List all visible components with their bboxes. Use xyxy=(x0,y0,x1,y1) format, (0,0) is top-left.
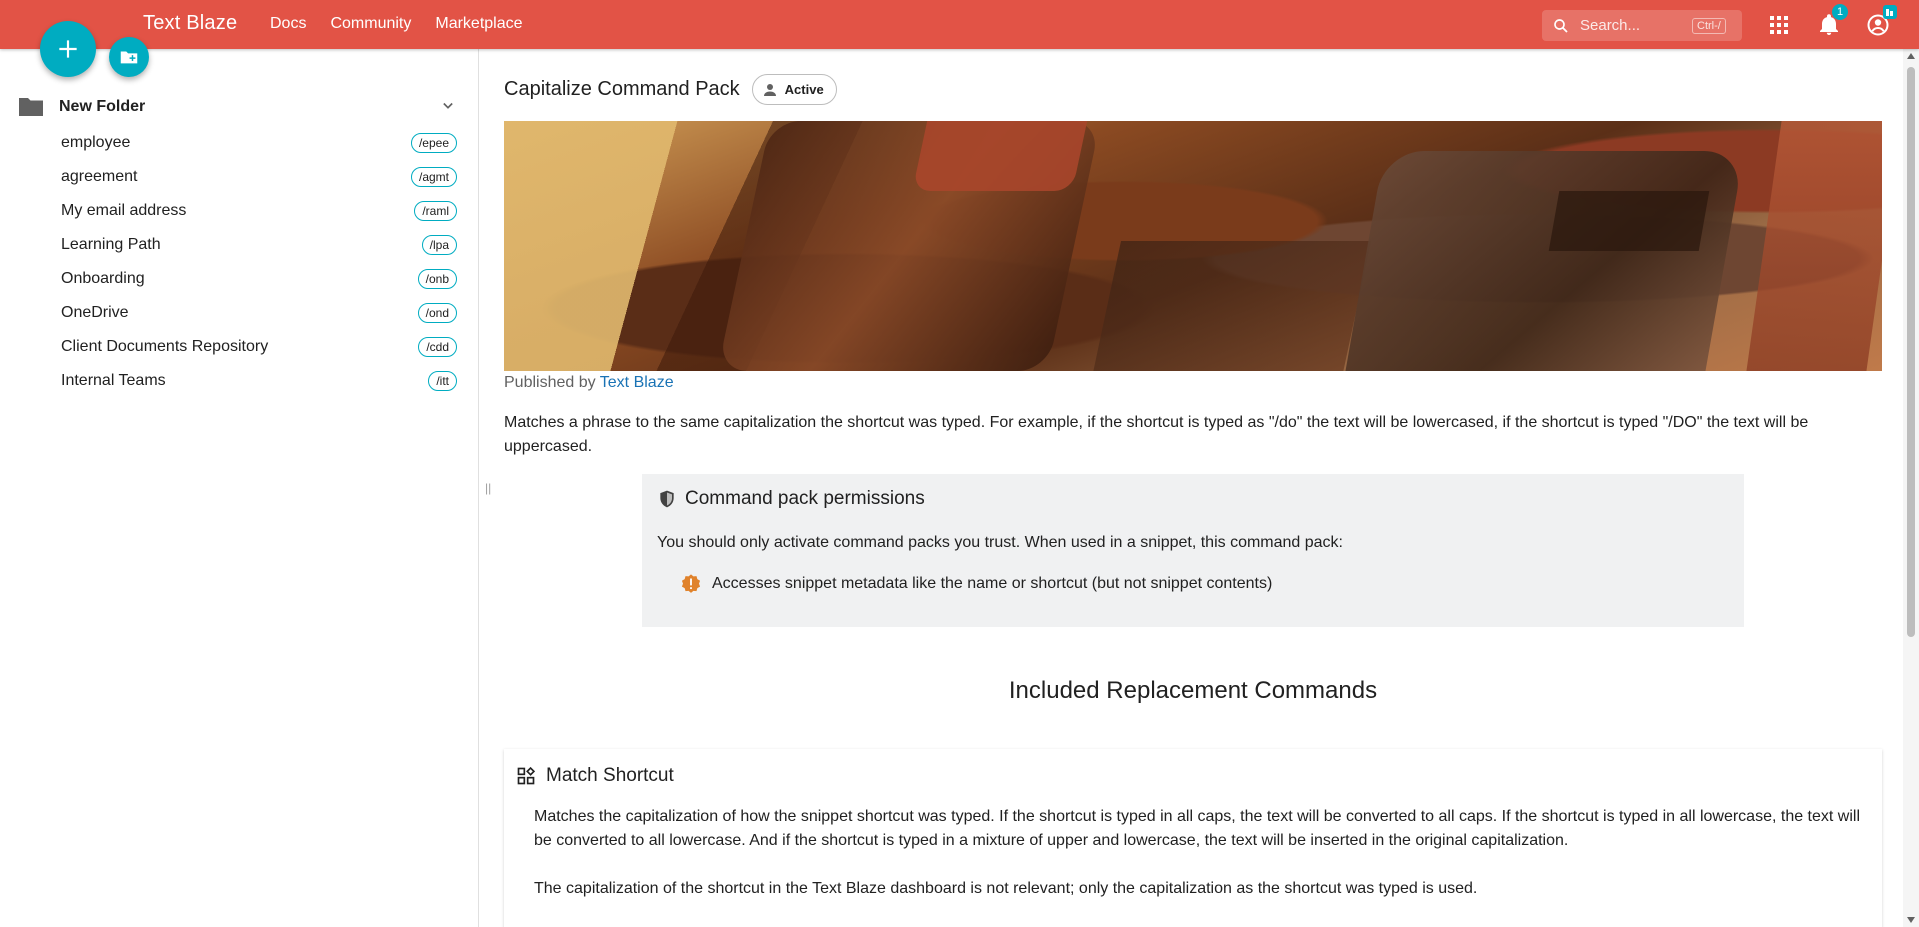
snippet-item[interactable]: agreement /agmt xyxy=(61,165,457,189)
sidebar: New Folder employee /epee agreement /agm… xyxy=(0,49,479,927)
snippet-item[interactable]: OneDrive /ond xyxy=(61,301,457,325)
status-chip[interactable]: Active xyxy=(751,74,837,105)
snippet-name: Client Documents Repository xyxy=(61,338,269,355)
snippet-shortcut: /onb xyxy=(417,269,457,289)
snippet-item[interactable]: My email address /raml xyxy=(61,199,457,223)
command-card: Match Shortcut Matches the capitalizatio… xyxy=(504,749,1882,927)
permissions-title: Command pack permissions xyxy=(657,488,925,510)
snippet-shortcut: /agmt xyxy=(410,167,457,187)
search-input[interactable] xyxy=(1580,17,1688,34)
permission-item-text: Accesses snippet metadata like the name … xyxy=(712,575,1273,592)
folder-new-folder[interactable]: New Folder xyxy=(18,94,458,118)
snippet-item[interactable]: Client Documents Repository /cdd xyxy=(61,335,457,359)
snippet-shortcut: /epee xyxy=(410,133,457,153)
warning-badge-icon xyxy=(681,574,701,593)
snippet-name: agreement xyxy=(61,168,138,185)
snippet-item[interactable]: Onboarding /onb xyxy=(61,267,457,291)
main-content: Capitalize Command Pack Active Published… xyxy=(480,49,1899,927)
published-prefix: Published by xyxy=(504,374,596,391)
shield-icon xyxy=(660,490,674,508)
folder-icon xyxy=(19,98,43,116)
permissions-text: You should only activate command packs y… xyxy=(657,534,1343,551)
snippet-shortcut: /lpa xyxy=(421,235,457,255)
search-box[interactable]: Ctrl-/ xyxy=(1542,10,1742,41)
person-icon xyxy=(763,83,776,96)
snippet-item[interactable]: employee /epee xyxy=(61,131,457,155)
new-folder-button[interactable] xyxy=(109,37,149,77)
snippet-name: Learning Path xyxy=(61,236,161,253)
snippet-item[interactable]: Learning Path /lpa xyxy=(61,233,457,257)
nav-community[interactable]: Community xyxy=(330,15,411,33)
snippet-name: Internal Teams xyxy=(61,372,166,389)
search-icon xyxy=(1554,18,1568,33)
command-description: Matches the capitalization of how the sn… xyxy=(534,808,1861,849)
notification-badge: 1 xyxy=(1832,4,1848,20)
command-note: The capitalization of the shortcut in th… xyxy=(534,880,1478,897)
permission-item: Accesses snippet metadata like the name … xyxy=(680,573,1272,595)
snippet-name: OneDrive xyxy=(61,304,129,321)
brand-logo[interactable]: Text Blaze xyxy=(143,12,237,35)
page-title: Capitalize Command Pack xyxy=(504,78,740,100)
section-title: Included Replacement Commands xyxy=(1008,677,1378,704)
scroll-down-icon[interactable] xyxy=(1907,917,1915,923)
snippet-name: Onboarding xyxy=(61,270,145,287)
nav-marketplace[interactable]: Marketplace xyxy=(435,15,522,33)
top-app-bar: Text Blaze Docs Community Marketplace Ct… xyxy=(0,0,1919,49)
snippet-shortcut: /itt xyxy=(428,371,457,391)
folder-add-icon xyxy=(120,51,138,64)
permissions-panel: Command pack permissions You should only… xyxy=(642,474,1744,627)
apps-grid-icon[interactable] xyxy=(1767,13,1791,37)
snippet-name: employee xyxy=(61,134,131,151)
scroll-up-icon[interactable] xyxy=(1907,53,1915,59)
org-badge-icon xyxy=(1883,5,1897,19)
widgets-icon xyxy=(517,766,536,785)
scroll-thumb[interactable] xyxy=(1907,67,1915,637)
snippet-shortcut: /cdd xyxy=(418,337,457,357)
page-header: Capitalize Command Pack Active xyxy=(504,74,837,105)
new-snippet-button[interactable] xyxy=(40,21,96,77)
published-by: Published by Text Blaze xyxy=(504,374,674,392)
command-title: Match Shortcut xyxy=(516,765,674,787)
snippet-item[interactable]: Internal Teams /itt xyxy=(61,369,457,393)
status-chip-label: Active xyxy=(784,82,824,97)
pack-banner-image xyxy=(504,121,1882,371)
snippet-shortcut: /ond xyxy=(417,303,457,323)
nav-docs[interactable]: Docs xyxy=(270,15,306,33)
pack-description: Matches a phrase to the same capitalizat… xyxy=(504,414,1809,455)
snippet-name: My email address xyxy=(61,202,187,219)
search-shortcut-hint: Ctrl-/ xyxy=(1692,17,1726,34)
folder-label: New Folder xyxy=(59,98,146,115)
plus-icon xyxy=(59,40,77,58)
top-nav: Docs Community Marketplace xyxy=(270,15,547,33)
publisher-link[interactable]: Text Blaze xyxy=(600,374,674,391)
chevron-down-icon[interactable] xyxy=(438,96,458,116)
snippet-shortcut: /raml xyxy=(414,201,457,221)
main-scrollbar[interactable] xyxy=(1903,49,1919,927)
